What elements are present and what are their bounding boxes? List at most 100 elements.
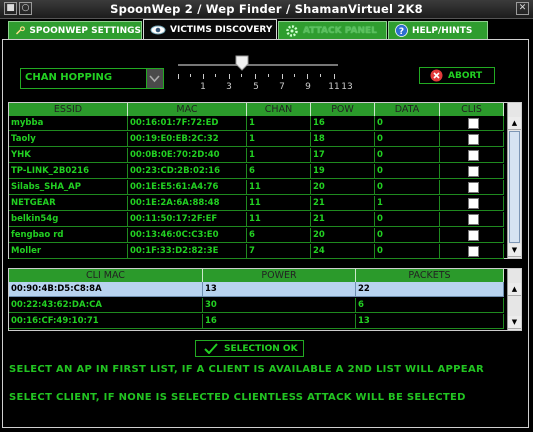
ap-cell: 1 (247, 148, 311, 163)
chevron-down-icon (149, 75, 160, 83)
ap-table-scrollbar[interactable]: ▲ ▼ (507, 103, 521, 258)
help-icon: ? (395, 24, 408, 37)
clients-checkbox[interactable] (468, 198, 479, 209)
scroll-up-icon[interactable]: ▲ (508, 117, 521, 130)
column-header-pow[interactable]: POW (311, 103, 375, 116)
ap-table-row[interactable]: TP-LINK_2B0216 00:23:CD:2B:02:16 6 19 0 (9, 164, 504, 179)
ap-cell: 1 (247, 116, 311, 131)
ap-cell: 11 (247, 196, 311, 211)
client-cell: 00:16:CF:49:10:71 (9, 314, 203, 329)
ap-table-row[interactable]: NETGEAR 00:1E:2A:6A:88:48 11 21 1 (9, 196, 504, 211)
scroll-down-icon[interactable]: ▼ (508, 244, 521, 257)
ap-table-row[interactable]: fengbao rd 00:13:46:0C:C3:E0 6 20 0 (9, 228, 504, 243)
wrench-icon (15, 25, 25, 34)
stop-icon (430, 69, 443, 82)
clients-checkbox[interactable] (468, 230, 479, 241)
ap-table-row[interactable]: Taoly 00:19:E0:EB:2C:32 1 18 0 (9, 132, 504, 147)
selection-ok-label: SELECTION OK (224, 343, 298, 354)
ap-cell: 0 (375, 116, 440, 131)
ap-cell (440, 180, 504, 195)
clients-checkbox[interactable] (468, 214, 479, 225)
slider-label: 7 (279, 82, 285, 92)
ap-cell: 0 (375, 180, 440, 195)
tab-label: HELP/HINTS (412, 25, 473, 36)
client-table-row[interactable]: 00:22:43:62:DA:CA 30 6 (9, 298, 504, 313)
tab-spoonwep-settings[interactable]: SPOONWEP SETTINGS (8, 21, 142, 39)
client-table: CLI MAC POWER PACKETS 00:90:4B:D5:C8:8A 1… (8, 268, 522, 331)
client-table-row[interactable]: 00:90:4B:D5:C8:8A 13 22 (9, 282, 504, 297)
ap-cell: 7 (247, 244, 311, 259)
ap-cell: 6 (247, 228, 311, 243)
column-header-power[interactable]: POWER (203, 269, 356, 282)
ap-cell: 16 (311, 116, 375, 131)
ap-table-row[interactable]: Moller 00:1F:33:D2:82:3E 7 24 0 (9, 244, 504, 259)
ap-cell: 0 (375, 212, 440, 227)
gear-icon (286, 24, 298, 37)
clients-checkbox[interactable] (468, 118, 479, 129)
column-header-cli-mac[interactable]: CLI MAC (9, 269, 203, 282)
ap-cell: 0 (375, 244, 440, 259)
ap-cell (440, 132, 504, 147)
tab-bar: SPOONWEP SETTINGS VICTIMS DISCOVERY ATTA… (0, 19, 533, 39)
clients-checkbox[interactable] (468, 134, 479, 145)
channel-mode-select[interactable]: CHAN HOPPING (20, 68, 164, 89)
ap-cell: 17 (311, 148, 375, 163)
ap-cell: 00:1E:E5:61:A4:76 (128, 180, 247, 195)
ap-cell: 20 (311, 180, 375, 195)
clients-checkbox[interactable] (468, 166, 479, 177)
slider-thumb[interactable] (235, 55, 249, 71)
clients-checkbox[interactable] (468, 182, 479, 193)
column-header-clis[interactable]: CLIS (440, 103, 504, 116)
client-cell: 6 (356, 298, 504, 313)
ap-cell: mybba (9, 116, 128, 131)
ap-table-row[interactable]: Silabs_SHA_AP 00:1E:E5:61:A4:76 11 20 0 (9, 180, 504, 195)
slider-label: 11 (328, 82, 340, 92)
column-header-data[interactable]: DATA (375, 103, 440, 116)
ap-cell: 00:0B:0E:70:2D:40 (128, 148, 247, 163)
ap-cell (440, 148, 504, 163)
tab-help-hints[interactable]: ? HELP/HINTS (388, 21, 488, 39)
scroll-up-icon[interactable]: ▲ (508, 283, 521, 296)
scrollbar-thumb[interactable] (509, 131, 520, 243)
ap-cell: 00:1F:33:D2:82:3E (128, 244, 247, 259)
hint-text: SELECT CLIENT, IF NONE IS SELECTED CLIEN… (9, 392, 466, 403)
abort-label: ABORT (448, 70, 483, 81)
clients-checkbox[interactable] (468, 246, 479, 257)
close-icon[interactable]: ✕ (516, 2, 529, 15)
clients-checkbox[interactable] (468, 150, 479, 161)
client-table-row[interactable]: 00:16:CF:49:10:71 16 13 (9, 314, 504, 329)
ap-cell: 0 (375, 132, 440, 147)
scroll-down-icon[interactable]: ▼ (508, 316, 521, 329)
column-header-chan[interactable]: CHAN (247, 103, 311, 116)
selection-ok-button[interactable]: SELECTION OK (195, 340, 304, 357)
ap-table-row[interactable]: belkin54g 00:11:50:17:2F:EF 11 21 0 (9, 212, 504, 227)
title-bar: ■ ○ SpoonWep 2 / Wep Finder / ShamanVirt… (0, 0, 533, 19)
ap-table-row[interactable]: YHK 00:0B:0E:70:2D:40 1 17 0 (9, 148, 504, 163)
ap-cell: 11 (247, 180, 311, 195)
abort-button[interactable]: ABORT (419, 67, 495, 84)
ap-cell (440, 196, 504, 211)
ap-table-row[interactable]: mybba 00:16:01:7F:72:ED 1 16 0 (9, 116, 504, 131)
ap-cell: 21 (311, 196, 375, 211)
hint-text: SELECT AN AP IN FIRST LIST, IF A CLIENT … (9, 364, 484, 375)
ap-cell: 21 (311, 212, 375, 227)
ap-cell (440, 244, 504, 259)
ap-cell: Silabs_SHA_AP (9, 180, 128, 195)
check-icon (204, 343, 218, 354)
client-cell: 30 (203, 298, 356, 313)
tab-attack-panel[interactable]: ATTACK PANEL (278, 21, 387, 39)
ap-cell: 1 (375, 196, 440, 211)
column-header-mac[interactable]: MAC (128, 103, 247, 116)
combo-dropdown-button[interactable] (146, 69, 163, 88)
tab-victims-discovery[interactable]: VICTIMS DISCOVERY (143, 19, 277, 39)
ap-cell (440, 228, 504, 243)
client-cell: 22 (356, 282, 504, 297)
ap-cell (440, 164, 504, 179)
eye-icon (150, 25, 166, 34)
ap-cell: 0 (375, 228, 440, 243)
column-header-essid[interactable]: ESSID (9, 103, 128, 116)
ap-cell: 6 (247, 164, 311, 179)
client-table-scrollbar[interactable]: ▲ ▼ (507, 269, 521, 330)
slider-track[interactable] (178, 64, 338, 66)
column-header-packets[interactable]: PACKETS (356, 269, 504, 282)
